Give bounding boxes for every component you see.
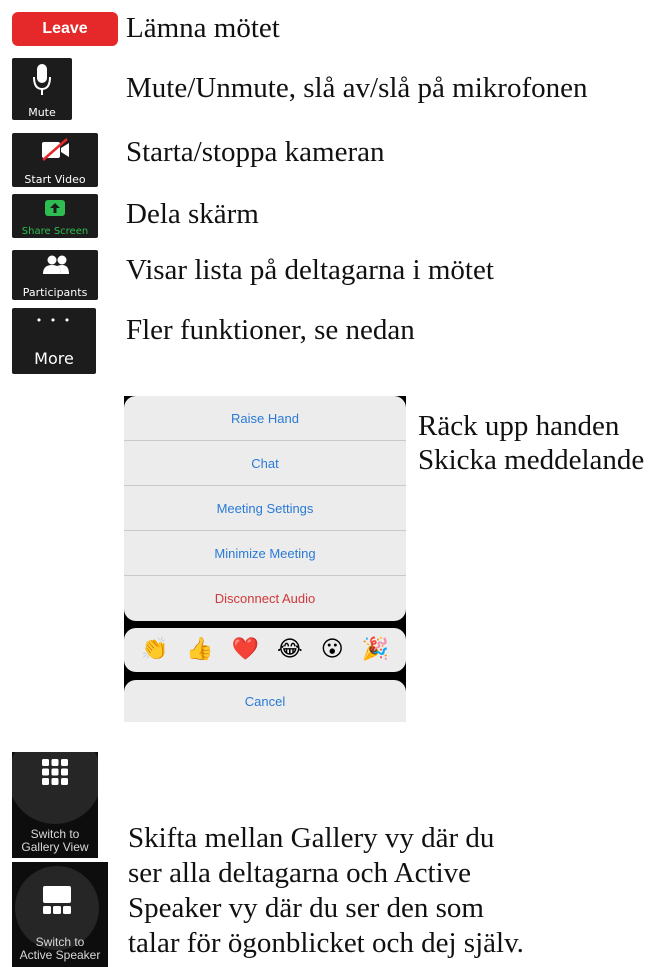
leave-description: Lämna mötet [126,12,280,44]
switch-to-gallery-view-button[interactable]: Switch to Gallery View [12,752,98,858]
menu-note-chat: Skicka meddelande [418,444,645,476]
mute-label: Mute [28,106,56,119]
share-screen-button[interactable]: Share Screen [12,194,98,238]
joy-reaction-icon[interactable]: 😂 [277,639,303,661]
mute-button[interactable]: Mute [12,58,72,120]
menu-item-minimize-meeting[interactable]: Minimize Meeting [124,531,406,576]
share-screen-icon [45,200,65,216]
start-video-label: Start Video [24,173,86,186]
microphone-icon [33,64,51,95]
menu-note-raise-hand: Räck upp handen [418,410,620,442]
share-description: Dela skärm [126,198,259,230]
view-switch-description: Skifta mellan Gallery vy där du ser alla… [128,822,524,959]
clap-reaction-icon[interactable]: 👏 [141,639,168,661]
thumbs-up-reaction-icon[interactable]: 👍 [186,639,213,661]
participants-icon [43,255,69,274]
participants-label: Participants [22,286,88,299]
gallery-grid-icon [42,759,68,785]
gallery-view-label: Switch to Gallery View [21,827,89,854]
start-video-button[interactable]: Start Video [12,133,98,187]
more-label: More [34,349,74,368]
menu-item-meeting-settings[interactable]: Meeting Settings [124,486,406,531]
active-speaker-icon [43,886,71,914]
video-camera-off-icon [42,138,69,161]
cancel-button[interactable]: Cancel [124,680,406,722]
more-button[interactable]: • • • More [12,308,96,374]
more-description: Fler funktioner, se nedan [126,314,415,346]
participants-button[interactable]: Participants [12,250,98,300]
menu-item-disconnect-audio[interactable]: Disconnect Audio [124,576,406,620]
heart-reaction-icon[interactable]: ❤️ [232,639,259,661]
participants-description: Visar lista på deltagarna i mötet [126,254,494,286]
share-screen-label: Share Screen [21,226,89,237]
switch-to-active-speaker-button[interactable]: Switch to Active Speaker [12,862,108,967]
menu-item-chat[interactable]: Chat [124,441,406,486]
more-menu-sheet: Raise Hand Chat Meeting Settings Minimiz… [124,396,406,722]
party-reaction-icon[interactable]: 🎉 [362,639,389,661]
menu-item-raise-hand[interactable]: Raise Hand [124,396,406,441]
video-description: Starta/stoppa kameran [126,136,385,168]
reactions-row: 👏 👍 ❤️ 😂 😮 🎉 [124,628,406,672]
more-dots-icon: • • • [35,314,73,327]
mute-description: Mute/Unmute, slå av/slå på mikrofonen [126,72,588,104]
more-menu-group: Raise Hand Chat Meeting Settings Minimiz… [124,396,406,621]
leave-button[interactable]: Leave [12,12,118,46]
surprised-reaction-icon[interactable]: 😮 [321,639,344,661]
active-speaker-label: Switch to Active Speaker [19,935,101,962]
